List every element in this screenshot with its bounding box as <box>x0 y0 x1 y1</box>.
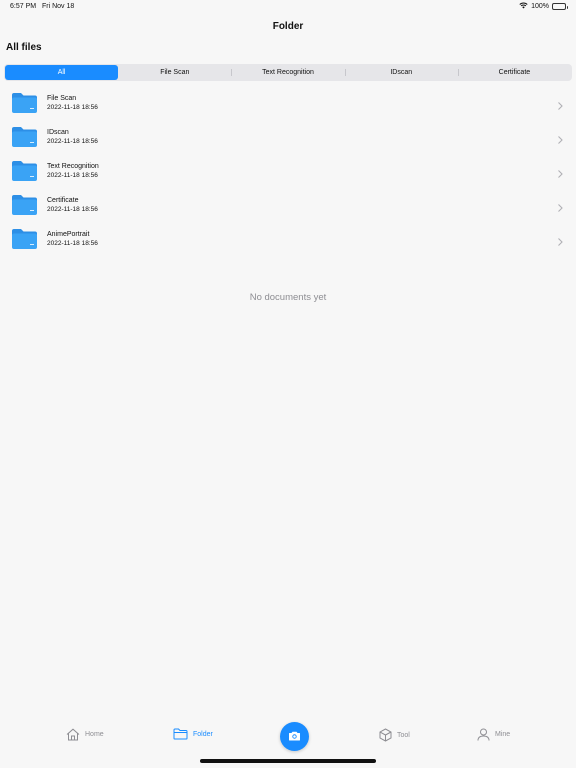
tab-home-label: Home <box>85 731 104 738</box>
folder-row[interactable]: Text Recognition 2022-11-18 18:56 <box>0 154 576 188</box>
chevron-right-icon <box>556 132 564 144</box>
segment-idscan[interactable]: IDscan <box>344 65 458 80</box>
tab-tool-label: Tool <box>397 731 410 739</box>
folder-date: 2022-11-18 18:56 <box>47 172 98 179</box>
chevron-right-icon <box>556 234 564 246</box>
tab-mine-label: Mine <box>495 731 511 738</box>
folder-name: File Scan <box>47 95 77 102</box>
chevron-right-icon <box>556 200 564 212</box>
tab-tool[interactable]: Tool <box>379 728 410 742</box>
home-indicator <box>200 759 376 763</box>
folder-name: AnimePortrait <box>47 231 90 238</box>
folder-icon <box>11 228 38 250</box>
tab-folder-label: Folder <box>193 730 213 738</box>
category-segmented-control: All File Scan Text Recognition IDscan Ce… <box>4 64 572 81</box>
folder-row[interactable]: AnimePortrait 2022-11-18 18:56 <box>0 222 576 256</box>
folder-icon <box>11 126 38 148</box>
folder-date: 2022-11-18 18:56 <box>47 104 98 111</box>
segment-text-recognition[interactable]: Text Recognition <box>231 65 344 80</box>
tab-bar: Home Folder Tool Mine <box>0 720 576 768</box>
nav-title: Folder <box>272 21 304 32</box>
chevron-right-icon <box>556 166 564 178</box>
home-icon <box>66 728 80 741</box>
folder-icon <box>173 728 188 740</box>
folder-list: File Scan 2022-11-18 18:56 IDscan 2022-1… <box>0 86 576 256</box>
folder-row[interactable]: IDscan 2022-11-18 18:56 <box>0 120 576 154</box>
cube-icon <box>379 728 392 742</box>
segment-certificate[interactable]: Certificate <box>457 65 571 80</box>
folder-icon <box>11 194 38 216</box>
status-date: Fri Nov 18 <box>42 3 75 10</box>
wifi-icon <box>519 2 528 11</box>
status-bar: 6:57 PM Fri Nov 18 100% <box>0 0 576 14</box>
camera-button[interactable] <box>280 722 309 751</box>
status-right: 100% <box>519 2 568 11</box>
tab-folder[interactable]: Folder <box>173 728 213 740</box>
folder-date: 2022-11-18 18:56 <box>47 206 98 213</box>
folder-icon <box>11 160 38 182</box>
empty-state-message: No documents yet <box>249 292 327 303</box>
segment-all[interactable]: All <box>5 65 119 80</box>
folder-row[interactable]: Certificate 2022-11-18 18:56 <box>0 188 576 222</box>
camera-icon <box>288 728 301 746</box>
battery-percent: 100% <box>531 3 549 10</box>
folder-name: IDscan <box>47 129 69 136</box>
folder-date: 2022-11-18 18:56 <box>47 138 98 145</box>
section-title: All files <box>6 42 42 53</box>
folder-row[interactable]: File Scan 2022-11-18 18:56 <box>0 86 576 120</box>
chevron-right-icon <box>556 98 564 110</box>
tab-home[interactable]: Home <box>66 728 104 741</box>
segment-file-scan[interactable]: File Scan <box>118 65 231 80</box>
person-icon <box>477 728 490 741</box>
tab-mine[interactable]: Mine <box>477 728 510 741</box>
status-time: 6:57 PM <box>10 3 37 10</box>
battery-icon <box>552 3 568 10</box>
folder-name: Text Recognition <box>47 163 99 170</box>
folder-name: Certificate <box>47 197 79 204</box>
folder-date: 2022-11-18 18:56 <box>47 240 98 247</box>
folder-icon <box>11 92 38 114</box>
